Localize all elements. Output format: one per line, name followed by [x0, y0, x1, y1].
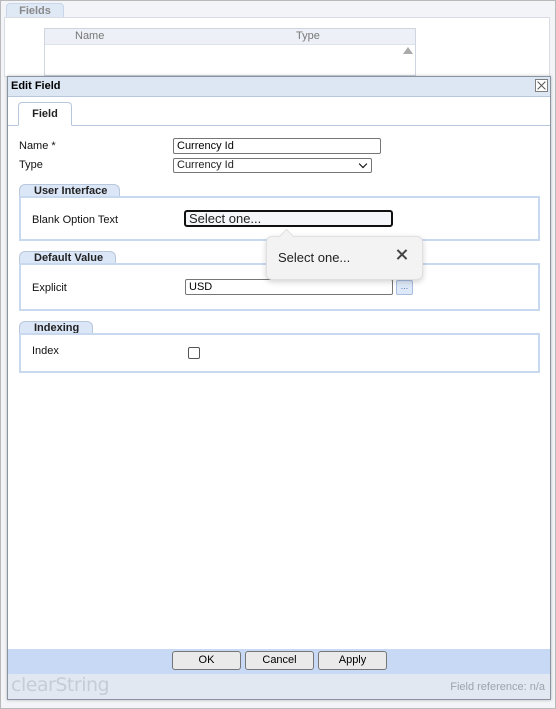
blank-option-input[interactable]: Select one... — [184, 210, 393, 227]
scroll-up-icon[interactable] — [403, 47, 413, 54]
explicit-input[interactable]: USD — [185, 279, 393, 295]
tab-field[interactable]: Field — [18, 102, 72, 126]
name-label: Name * — [19, 140, 56, 152]
column-header-name[interactable]: Name — [75, 29, 104, 44]
close-icon[interactable] — [535, 79, 548, 92]
fields-grid: Name Type — [44, 28, 416, 76]
field-reference: Field reference: n/a — [450, 681, 545, 693]
column-header-type[interactable]: Type — [296, 29, 320, 44]
autofill-popup[interactable]: Select one... — [266, 228, 423, 280]
explicit-label: Explicit — [32, 282, 67, 294]
index-label: Index — [32, 345, 59, 357]
indexing-group: Index — [19, 333, 540, 373]
explicit-picker-button[interactable]: ... — [396, 280, 413, 295]
ok-button[interactable]: OK — [172, 651, 241, 670]
grid-header: Name Type — [45, 29, 415, 45]
dialog-tabstrip: Field — [8, 97, 550, 126]
dialog-title: Edit Field — [11, 80, 61, 92]
chevron-down-icon — [358, 159, 368, 169]
brand-logo: clearString — [11, 674, 110, 696]
dialog-titlebar: Edit Field — [8, 77, 550, 97]
type-select-value: Currency Id — [177, 159, 234, 171]
index-checkbox[interactable] — [188, 347, 200, 359]
close-icon[interactable] — [394, 247, 410, 263]
type-label: Type — [19, 159, 43, 171]
popup-suggestion[interactable]: Select one... — [278, 250, 350, 265]
dialog-status-bar: clearString Field reference: n/a — [8, 674, 550, 699]
tab-fields[interactable]: Fields — [6, 3, 64, 18]
field-tab-body: Name * Currency Id Type Currency Id User… — [8, 126, 550, 646]
blank-option-label: Blank Option Text — [32, 214, 119, 226]
name-input[interactable]: Currency Id — [173, 138, 381, 154]
dialog-button-bar: OK Cancel Apply — [8, 649, 550, 674]
cancel-button[interactable]: Cancel — [245, 651, 314, 670]
apply-button[interactable]: Apply — [318, 651, 387, 670]
edit-field-dialog: Edit Field Field Name * Currency Id Type… — [7, 76, 551, 700]
type-select[interactable]: Currency Id — [173, 158, 372, 173]
